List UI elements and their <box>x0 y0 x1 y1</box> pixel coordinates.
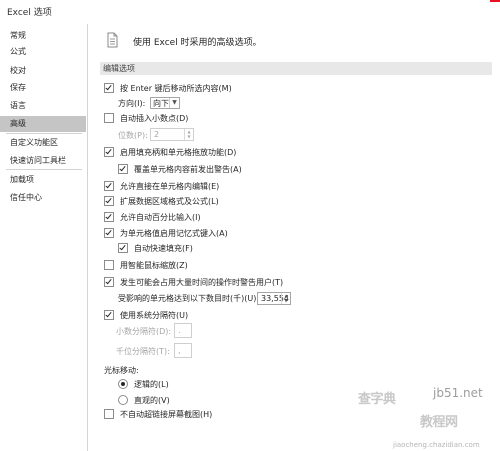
watermark-text: 查字典 <box>358 392 396 407</box>
cursor-movement-label: 光标移动: <box>104 365 139 375</box>
direction-value: 向下 <box>153 99 169 108</box>
flash-fill-label: 自动快速填充(F) <box>134 243 193 253</box>
move-after-enter-option[interactable]: 按 Enter 键后移动所选内容(M) <box>104 81 232 95</box>
move-after-enter-label: 按 Enter 键后移动所选内容(M) <box>120 83 232 93</box>
page-description: 使用 Excel 时采用的高级选项。 <box>133 38 262 48</box>
section-title: 编辑选项 <box>103 64 135 73</box>
extend-formats-label: 扩展数据区域格式及公式(L) <box>120 196 219 206</box>
autocomplete-option[interactable]: 为单元格值启用记忆式键入(A) <box>104 226 228 240</box>
places-value: 2 <box>154 130 160 139</box>
logical-radio[interactable] <box>118 379 128 389</box>
close-accent <box>490 0 500 2</box>
title-bar: Excel 选项 <box>0 0 500 24</box>
sidebar-item-customize-ribbon[interactable]: 自定义功能区 <box>0 135 86 151</box>
auto-decimal-option[interactable]: 自动插入小数点(D) <box>104 111 188 125</box>
places-label-row: 位数(P): <box>118 128 148 142</box>
alert-long-op-label: 发生可能会占用大量时间的操作时警告用户(T) <box>120 277 284 287</box>
flash-fill-option[interactable]: 自动快速填充(F) <box>118 241 193 255</box>
sidebar-item-language[interactable]: 语言 <box>0 98 86 114</box>
watermark-text-2: 教程网 <box>420 415 458 430</box>
visual-label: 直观的(V) <box>134 395 170 405</box>
direction-label-row: 方向(I): <box>118 96 145 110</box>
cells-threshold-label-row: 受影响的单元格达到以下数目时(千)(U): <box>118 291 259 305</box>
sidebar-divider <box>6 169 82 170</box>
autocomplete-label: 为单元格值启用记忆式键入(A) <box>120 228 228 238</box>
alert-long-op-option[interactable]: 发生可能会占用大量时间的操作时警告用户(T) <box>104 275 283 289</box>
edit-in-cell-checkbox[interactable] <box>104 181 114 191</box>
sidebar-item-quick-access[interactable]: 快速访问工具栏 <box>0 153 86 169</box>
visual-radio[interactable] <box>118 395 128 405</box>
thousands-sep-label: 千位分隔符(T): <box>116 346 170 356</box>
zoom-roll-checkbox[interactable] <box>104 260 114 270</box>
edit-in-cell-label: 允许直接在单元格内编辑(E) <box>120 181 220 191</box>
sidebar-item-proofing[interactable]: 校对 <box>0 63 86 79</box>
decimal-sep-label: 小数分隔符(D): <box>116 326 172 336</box>
thousands-separator-input[interactable]: , <box>174 343 192 358</box>
direction-label: 方向(I): <box>118 98 146 108</box>
zoom-roll-label: 用智能鼠标缩放(Z) <box>120 260 188 270</box>
direction-select[interactable]: 向下 ▼ <box>150 97 180 109</box>
alert-long-op-checkbox[interactable] <box>104 277 114 287</box>
sidebar-item-general[interactable]: 常规 <box>0 28 86 44</box>
sidebar: 常规 公式 校对 保存 语言 高级 自定义功能区 快速访问工具栏 加载项 信任中… <box>0 24 88 451</box>
fill-handle-checkbox[interactable] <box>104 147 114 157</box>
thousands-sep-label-row: 千位分隔符(T): <box>116 344 170 358</box>
cursor-movement-heading: 光标移动: <box>104 363 139 377</box>
autocomplete-checkbox[interactable] <box>104 228 114 238</box>
places-label: 位数(P): <box>118 130 148 140</box>
window-title: Excel 选项 <box>7 8 52 18</box>
sidebar-item-save[interactable]: 保存 <box>0 80 86 96</box>
auto-percent-checkbox[interactable] <box>104 212 114 222</box>
sidebar-item-trust-center[interactable]: 信任中心 <box>0 190 86 206</box>
section-header-editing: 编辑选项 <box>100 62 492 75</box>
visual-option[interactable]: 直观的(V) <box>118 393 170 407</box>
extend-formats-checkbox[interactable] <box>104 196 114 206</box>
cells-threshold-label: 受影响的单元格达到以下数目时(千)(U): <box>118 293 260 303</box>
fill-handle-option[interactable]: 启用填充柄和单元格拖放功能(D) <box>104 145 236 159</box>
watermark-site: jb51.net <box>433 386 483 400</box>
cells-threshold-spinner[interactable]: 33,554 ▲ ▼ <box>257 292 291 305</box>
logical-option[interactable]: 逻辑的(L) <box>118 377 169 391</box>
thousands-separator-value: , <box>178 346 181 355</box>
system-separators-checkbox[interactable] <box>104 310 114 320</box>
chevron-down-icon[interactable]: ▼ <box>169 98 179 108</box>
spinner-arrows-icon[interactable]: ▲ ▼ <box>281 293 290 304</box>
spinner-arrows-icon[interactable]: ▲ ▼ <box>184 129 193 140</box>
no-hyperlink-screenshot-checkbox[interactable] <box>104 409 114 419</box>
fill-handle-label: 启用填充柄和单元格拖放功能(D) <box>120 147 237 157</box>
sidebar-item-formulas[interactable]: 公式 <box>0 44 86 60</box>
no-hyperlink-screenshot-label: 不自动超链接屏幕截图(H) <box>120 409 213 419</box>
auto-percent-option[interactable]: 允许自动百分比输入(I) <box>104 210 201 224</box>
zoom-roll-option[interactable]: 用智能鼠标缩放(Z) <box>104 258 188 272</box>
system-separators-label: 使用系统分隔符(U) <box>120 310 189 320</box>
sidebar-item-advanced[interactable]: 高级 <box>0 116 86 132</box>
no-hyperlink-screenshot-option[interactable]: 不自动超链接屏幕截图(H) <box>104 407 212 421</box>
places-spinner[interactable]: 2 ▲ ▼ <box>150 128 194 141</box>
move-after-enter-checkbox[interactable] <box>104 83 114 93</box>
decimal-separator-input[interactable]: . <box>174 323 192 338</box>
decimal-sep-label-row: 小数分隔符(D): <box>116 324 171 338</box>
auto-decimal-label: 自动插入小数点(D) <box>120 113 189 123</box>
decimal-separator-value: . <box>178 326 181 335</box>
watermark-url: jiaocheng.chazidian.com <box>393 441 480 449</box>
flash-fill-checkbox[interactable] <box>118 243 128 253</box>
advanced-settings-icon <box>107 32 118 48</box>
edit-in-cell-option[interactable]: 允许直接在单元格内编辑(E) <box>104 179 219 193</box>
sidebar-divider <box>6 133 82 134</box>
alert-overwrite-checkbox[interactable] <box>118 164 128 174</box>
auto-decimal-checkbox[interactable] <box>104 113 114 123</box>
alert-overwrite-option[interactable]: 覆盖单元格内容前发出警告(A) <box>118 162 242 176</box>
alert-overwrite-label: 覆盖单元格内容前发出警告(A) <box>134 164 242 174</box>
system-separators-option[interactable]: 使用系统分隔符(U) <box>104 308 188 322</box>
auto-percent-label: 允许自动百分比输入(I) <box>120 212 201 222</box>
extend-formats-option[interactable]: 扩展数据区域格式及公式(L) <box>104 194 219 208</box>
sidebar-item-addins[interactable]: 加载项 <box>0 172 86 188</box>
logical-label: 逻辑的(L) <box>134 379 169 389</box>
